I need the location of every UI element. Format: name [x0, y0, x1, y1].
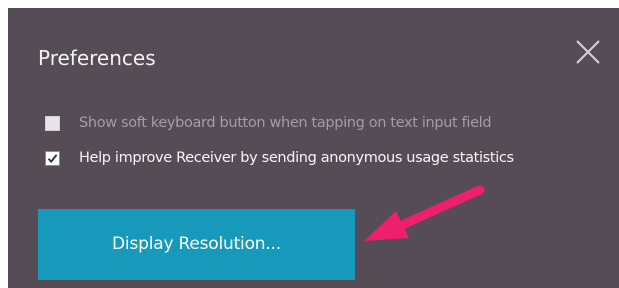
soft-keyboard-label: Show soft keyboard button when tapping o…: [79, 115, 492, 131]
dialog-title: Preferences: [38, 46, 156, 70]
soft-keyboard-option: Show soft keyboard button when tapping o…: [45, 113, 492, 133]
close-icon[interactable]: [573, 37, 605, 69]
checkmark-icon: [47, 153, 58, 163]
soft-keyboard-checkbox[interactable]: [45, 115, 60, 131]
usage-statistics-label: Help improve Receiver by sending anonymo…: [79, 150, 514, 166]
usage-statistics-checkbox[interactable]: [45, 150, 60, 166]
usage-statistics-option: Help improve Receiver by sending anonymo…: [45, 148, 514, 168]
preferences-dialog: Preferences Show soft keyboard button wh…: [8, 8, 619, 288]
display-resolution-button[interactable]: Display Resolution...: [38, 209, 355, 280]
